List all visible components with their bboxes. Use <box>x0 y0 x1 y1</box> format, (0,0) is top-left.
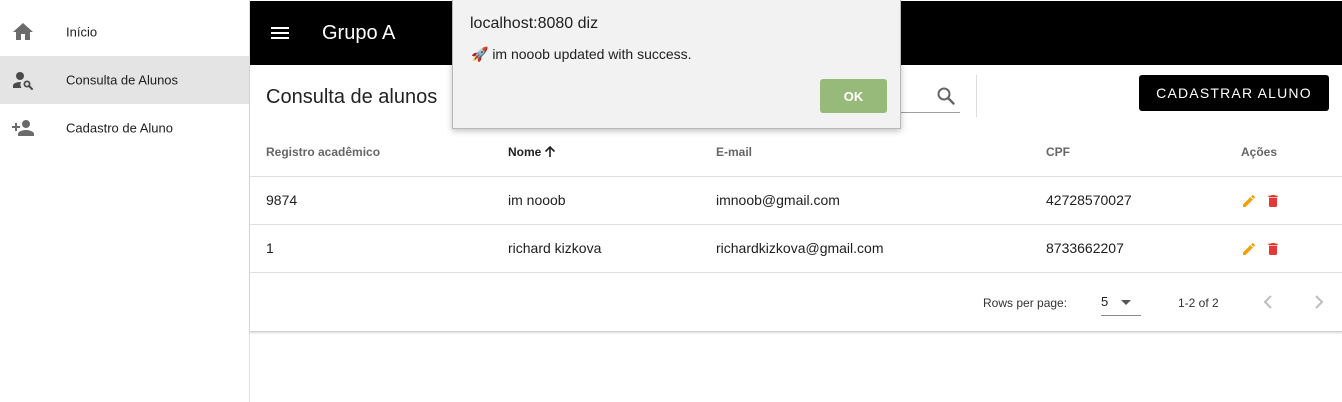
arrow-up-icon <box>545 145 556 157</box>
dialog-message: 🚀 im nooob updated with success. <box>471 46 692 62</box>
search-icon[interactable] <box>934 84 958 108</box>
caret-down-icon <box>1121 300 1131 305</box>
sidebar-item-label: Cadastro de Aluno <box>66 120 173 136</box>
delete-icon[interactable] <box>1265 241 1281 257</box>
delete-icon[interactable] <box>1265 193 1281 209</box>
rows-per-page-label: Rows per page: <box>983 296 1068 310</box>
cell-registro: 9874 <box>266 192 298 208</box>
edit-icon[interactable] <box>1241 193 1257 209</box>
sidebar-item-label: Consulta de Alunos <box>66 72 179 88</box>
sidebar: Início Consulta de Alunos Cadastro de Al… <box>0 0 250 402</box>
cell-registro: 1 <box>266 240 274 256</box>
sidebar-item-inicio[interactable]: Início <box>0 8 249 56</box>
column-header-cpf[interactable]: CPF <box>1046 128 1241 177</box>
pagination-range: 1-2 of 2 <box>1178 296 1219 310</box>
cell-email: richardkizkova@gmail.com <box>716 240 884 256</box>
add-student-button[interactable]: Cadastrar aluno <box>1139 75 1329 111</box>
cell-nome: richard kizkova <box>508 240 602 256</box>
app-title: Grupo A <box>322 22 396 44</box>
column-header-nome[interactable]: Nome <box>508 128 716 177</box>
pagination: Rows per page: 5 1-2 of 2 <box>250 274 1342 332</box>
rows-per-page-select[interactable]: 5 <box>1101 288 1141 316</box>
dialog-title: localhost:8080 diz <box>470 15 599 32</box>
sidebar-item-label: Início <box>66 24 98 40</box>
column-header-email[interactable]: E-mail <box>716 128 1046 177</box>
cell-cpf: 8733662207 <box>1046 240 1124 256</box>
menu-icon[interactable] <box>268 21 292 45</box>
sidebar-item-consulta-alunos[interactable]: Consulta de Alunos <box>0 56 249 104</box>
person-add-icon <box>12 120 34 136</box>
alert-dialog: localhost:8080 diz 🚀 im nooob updated wi… <box>452 0 901 129</box>
column-header-registro[interactable]: Registro acadêmico <box>250 128 508 177</box>
person-search-icon <box>13 72 33 90</box>
toolbar-divider <box>976 75 977 117</box>
table-row: 9874 im nooob imnoob@gmail.com 427285700… <box>250 176 1342 225</box>
edit-icon[interactable] <box>1241 241 1257 257</box>
page-title: Consulta de alunos <box>266 86 438 108</box>
students-table: Registro acadêmico Nome E-mail CPF Ações… <box>250 128 1342 273</box>
chevron-left-icon[interactable] <box>1256 290 1280 314</box>
cell-cpf: 42728570027 <box>1046 192 1132 208</box>
home-icon <box>13 23 33 40</box>
table-header-row: Registro acadêmico Nome E-mail CPF Ações <box>250 128 1342 177</box>
rows-per-page-value: 5 <box>1101 294 1109 309</box>
cell-nome: im nooob <box>508 192 566 208</box>
sidebar-item-cadastro-aluno[interactable]: Cadastro de Aluno <box>0 104 249 152</box>
ok-button[interactable]: OK <box>820 79 887 113</box>
table-row: 1 richard kizkova richardkizkova@gmail.c… <box>250 224 1342 273</box>
chevron-right-icon[interactable] <box>1307 290 1331 314</box>
column-header-acoes: Ações <box>1241 128 1342 177</box>
cell-email: imnoob@gmail.com <box>716 192 840 208</box>
